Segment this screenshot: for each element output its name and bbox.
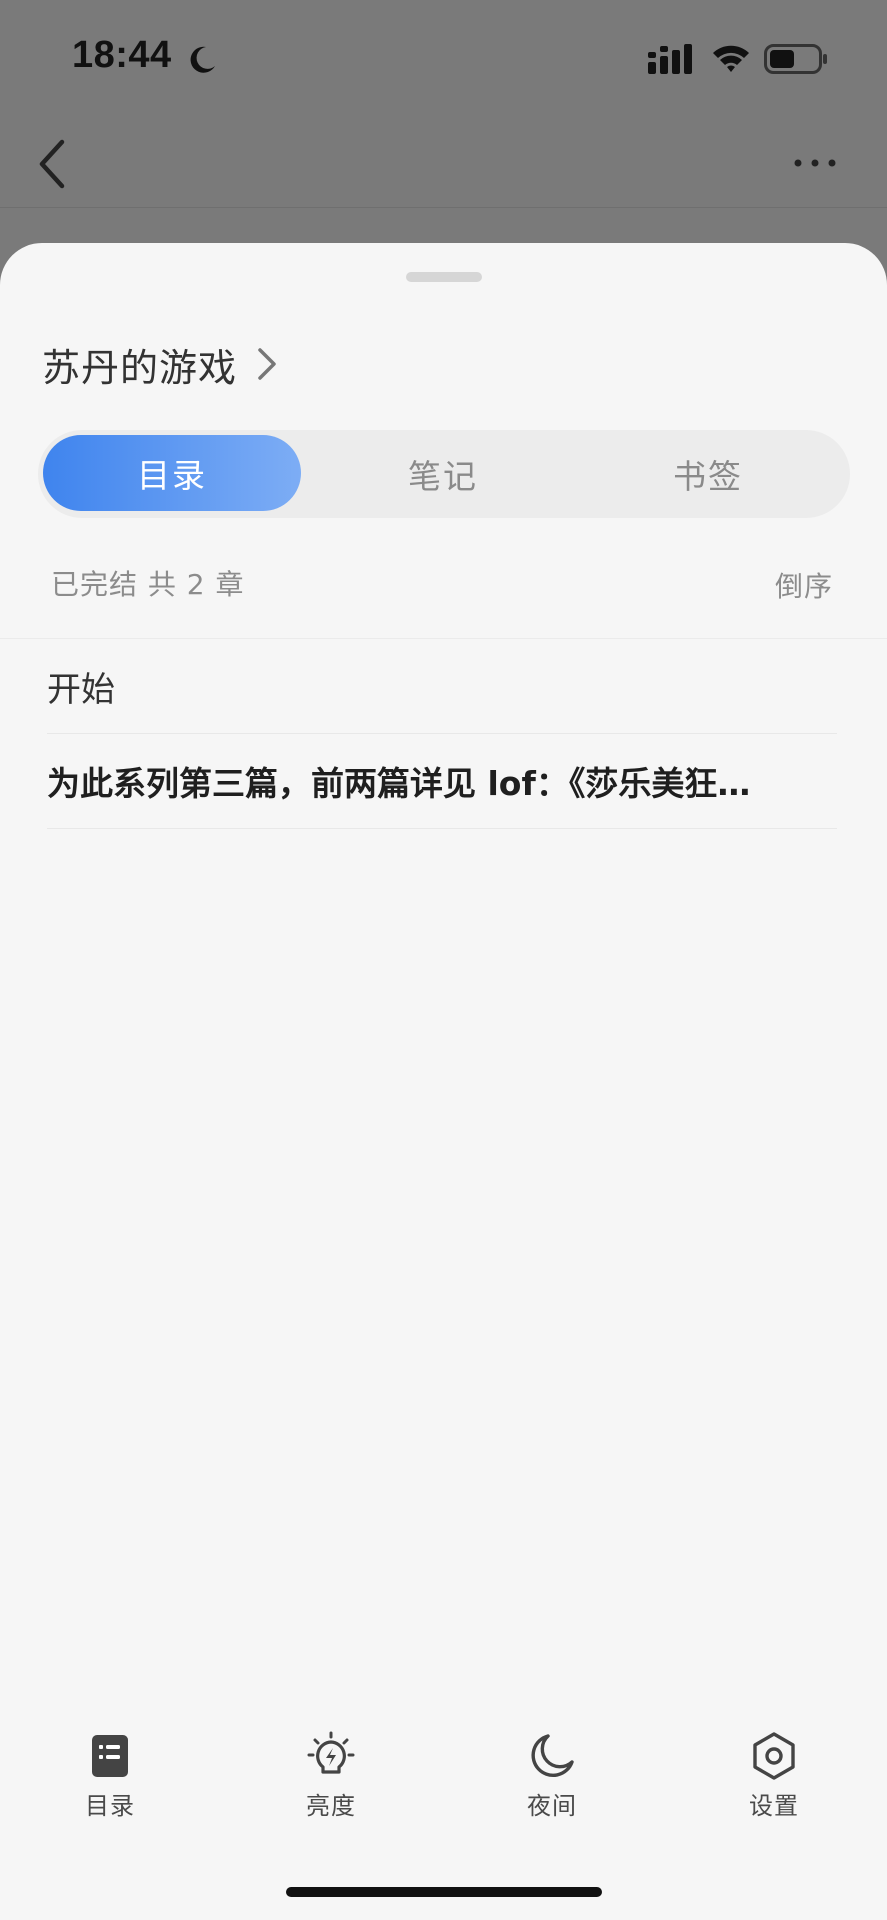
toolbar-label: 设置 (749, 1792, 799, 1820)
tab-contents[interactable]: 目录 (43, 435, 301, 511)
home-indicator[interactable] (286, 1887, 602, 1897)
status-bar: 18:44 (0, 0, 887, 118)
book-title: 苏丹的游戏 (42, 345, 238, 390)
toolbar-label: 亮度 (306, 1792, 356, 1820)
table-of-contents-sheet: 苏丹的游戏 目录 笔记 书签 已完结 共 2 章 倒序 开始 为此系列第三篇，前… (0, 243, 887, 1920)
tab-bookmarks[interactable]: 书签 (578, 430, 838, 518)
status-time: 18:44 (72, 34, 172, 76)
contents-meta-row: 已完结 共 2 章 倒序 (51, 563, 833, 611)
book-title-link[interactable]: 苏丹的游戏 (42, 335, 281, 393)
wifi-icon (713, 45, 749, 72)
toolbar-brightness-button[interactable]: 亮度 (271, 1730, 391, 1830)
bottom-toolbar: 目录 亮度 夜间 设置 (0, 1730, 887, 1830)
tab-switcher: 目录 笔记 书签 (38, 430, 850, 518)
settings-icon (753, 1732, 795, 1780)
tab-notes[interactable]: 笔记 (313, 430, 573, 518)
battery-icon (764, 44, 827, 74)
chapter-item-current[interactable]: 为此系列第三篇，前两篇详见 lof：《莎乐美狂… (47, 734, 837, 829)
completion-status: 已完结 共 2 章 (51, 568, 245, 601)
do-not-disturb-moon-icon (190, 46, 215, 73)
chapter-list: 开始 为此系列第三篇，前两篇详见 lof：《莎乐美狂… (47, 639, 837, 829)
toc-icon (92, 1735, 128, 1777)
more-options-icon[interactable] (790, 148, 840, 178)
toolbar-settings-button[interactable]: 设置 (714, 1730, 834, 1830)
toolbar-night-mode-button[interactable]: 夜间 (492, 1730, 612, 1830)
toolbar-label: 目录 (85, 1792, 135, 1820)
chapter-item[interactable]: 开始 (47, 639, 837, 734)
toolbar-contents-button[interactable]: 目录 (50, 1730, 170, 1830)
brightness-icon (307, 1731, 355, 1774)
toolbar-label: 夜间 (527, 1792, 577, 1820)
sort-order-button[interactable]: 倒序 (775, 565, 833, 605)
reader-nav-bar (0, 118, 887, 208)
cellular-signal-icon (648, 44, 692, 74)
night-mode-icon (531, 1734, 574, 1778)
back-arrow-icon[interactable] (32, 134, 72, 194)
chevron-right-icon (258, 348, 276, 380)
sheet-grabber[interactable] (406, 272, 482, 282)
